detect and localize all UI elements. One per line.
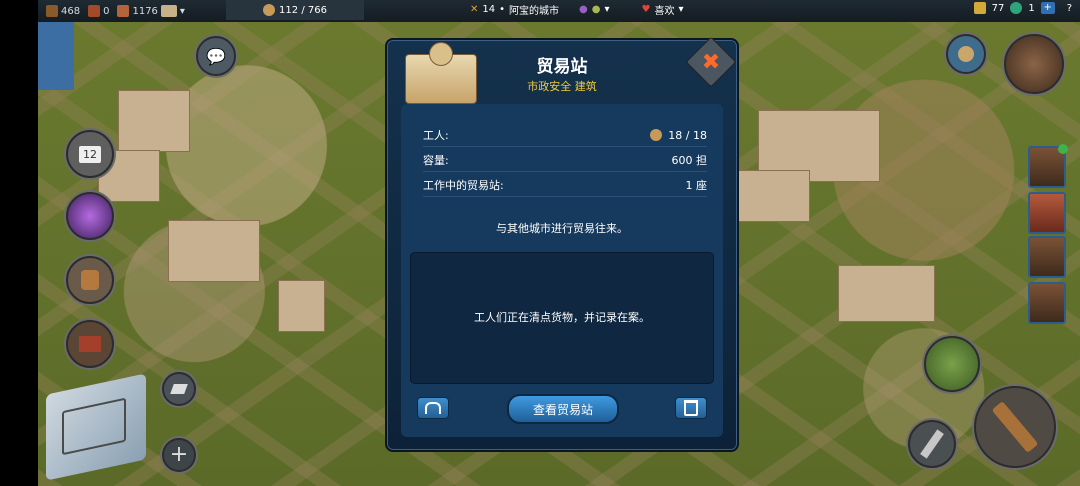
heart-icon: ♥ [641,4,651,15]
population-value: 112 / 766 [279,4,327,16]
building-info-dialog: 贸易站 市政安全 建筑 ✖ 工人: 18 / 18 容量: 600 担 工作中的… [385,36,739,452]
capacity-value: 600 担 [671,154,708,167]
capacity-label: 容量: [423,154,449,167]
info-panel: 工人: 18 / 18 容量: 600 担 工作中的贸易站: 1 座 与其他城市… [401,104,723,437]
active-posts-value: 1 座 [685,179,708,192]
hero-portrait-3[interactable] [1028,236,1066,278]
demolish-shovel-button[interactable] [908,420,956,468]
advisor-avatar[interactable] [1004,34,1064,94]
buy-gems-button[interactable]: + [1040,2,1055,14]
hammer-icon [991,401,1039,453]
layers-button[interactable] [162,372,196,406]
likes-label[interactable]: 喜欢 [655,2,675,17]
sea-area [38,20,74,90]
gold-icon [973,2,986,14]
city-name: 阿宝的城市 [509,6,560,17]
chat-bubble-icon: 💬 [206,46,226,66]
goods-dropdown-icon[interactable]: ▾ [605,4,610,15]
delete-button[interactable] [675,397,707,419]
status-text: 工人们正在清点货物，并记录在案。 [474,311,650,324]
resource-3[interactable]: 1176 ▾ [117,5,185,17]
upgrade-button[interactable] [417,397,449,419]
workers-value: 18 / 18 [668,128,707,142]
market-button[interactable] [66,320,114,368]
status-box: 工人们正在清点货物，并记录在案。 [410,252,714,384]
gem-value: 1 [1028,2,1035,14]
add-button[interactable]: + [162,438,196,472]
city-name-bar[interactable]: ✕ 14 • 阿宝的城市 ● ● ▾ ♥ 喜欢 ▾ [470,2,684,17]
grape-icon: ● [579,4,588,15]
plus-icon: + [169,442,189,467]
map-building[interactable] [118,90,190,152]
hero-portrait-2[interactable] [1028,192,1066,234]
trash-icon [684,400,698,416]
resource-2-value: 0 [103,5,110,17]
calendar-icon: 12 [79,145,101,163]
population-display[interactable]: 112 / 766 [226,0,364,20]
map-building[interactable] [278,280,325,332]
brick-icon [88,5,101,17]
right-resources: 77 1 + ? [973,2,1072,14]
resource-2[interactable]: 0 [88,5,109,17]
resource-1-value: 468 [61,5,81,17]
resource-1[interactable]: 468 [46,5,80,17]
goods-icon: ● [591,4,601,15]
view-trading-post-button[interactable]: 查看贸易站 [507,394,619,424]
globe-icon [958,46,974,62]
build-hammer-button[interactable] [974,386,1056,468]
backpack-button[interactable] [66,256,114,304]
gold-value: 77 [991,2,1005,14]
wood-icon [46,5,58,17]
backpack-icon [81,270,99,290]
dialog-title: 贸易站 [536,57,588,77]
workers-label: 工人: [423,129,449,142]
calendar-button[interactable]: 12 [66,130,114,178]
city-level: 14 [482,4,496,15]
worker-icon [650,129,663,141]
workers-row: 工人: 18 / 18 [423,124,707,147]
gem-icon [1010,2,1023,14]
worker-icon [263,4,276,16]
market-stall-icon [79,336,101,352]
hero-portrait-1[interactable] [1028,144,1068,188]
help-button[interactable]: ? [1067,3,1072,14]
city-separator: • [499,4,506,15]
active-posts-row: 工作中的贸易站: 1 座 [423,174,707,197]
shovel-icon [920,429,944,459]
blueprint-icon [62,397,126,456]
blocks-icon [160,5,177,17]
magic-orb-button[interactable] [66,192,114,240]
dialog-subtitle: 市政安全 建筑 [527,80,597,93]
map-building[interactable] [168,220,260,282]
check-badge-icon [1058,144,1068,154]
tool-icon [117,5,130,17]
terrain-button[interactable] [924,336,980,392]
layers-icon [170,384,188,394]
capacity-row: 容量: 600 担 [423,149,707,172]
likes-dropdown-icon[interactable]: ▾ [679,4,684,15]
building-description: 与其他城市进行贸易往来。 [496,222,628,235]
hero-portrait-4[interactable] [1028,282,1066,324]
close-icon: ✖ [701,49,721,75]
active-posts-label: 工作中的贸易站: [423,179,504,192]
crossed-swords-icon: ✕ [470,4,479,15]
map-building[interactable] [738,170,810,222]
upgrade-icon [425,402,441,414]
map-building[interactable] [838,265,935,322]
dropdown-icon[interactable]: ▾ [180,6,185,17]
chat-button[interactable]: 💬 [196,36,236,76]
world-map-button[interactable] [946,34,986,74]
resource-3-value: 1176 [132,5,158,17]
